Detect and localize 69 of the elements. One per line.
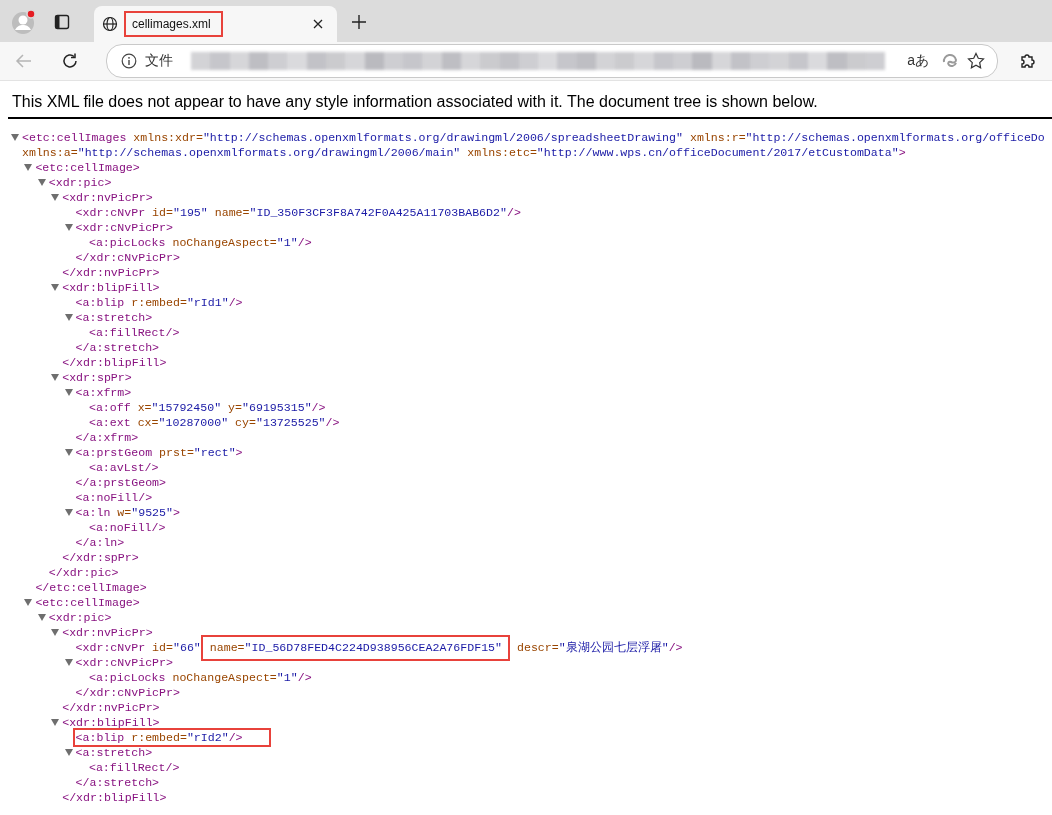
expand-toggle[interactable] [37,614,46,621]
xml-line: </xdr:spPr> [62,551,139,564]
xml-line: </xdr:nvPicPr> [62,701,160,714]
xml-line: </a:ln> [75,536,125,549]
xml-line: <a:ln w="9525"> [75,506,180,519]
xml-line: <a:picLocks noChangeAspect="1"/> [88,671,312,684]
expand-toggle[interactable] [24,164,33,171]
xml-line: <xdr:pic> [48,176,112,189]
browser-tab[interactable]: cellimages.xml [94,6,337,42]
expand-toggle[interactable] [64,389,73,396]
translate-button[interactable]: aあ [903,52,933,70]
xml-line: <xdr:cNvPr id="195" name="ID_350F3CF3F8A742F0A425A11703BAB6D2"/> [75,206,521,219]
xml-line: <a:picLocks noChangeAspect="1"/> [88,236,312,249]
xml-line: <etc:cellImages xmlns:xdr="http://schemas.openxmlformats.org/drawingml/2006/spreadsheetDrawing" xmlns:r="http://schemas.openxmlformats.org/officeDo [22,131,1045,144]
globe-icon [102,16,118,32]
expand-toggle[interactable] [64,659,73,666]
expand-toggle[interactable] [64,314,73,321]
xml-line: <a:prstGeom prst="rect"> [75,446,243,459]
expand-toggle[interactable] [51,719,60,726]
xml-line: <a:noFill/> [75,491,153,504]
info-icon[interactable] [121,53,137,69]
xml-line: </a:prstGeom> [75,476,166,489]
expand-toggle[interactable] [64,509,73,516]
xml-line: <xdr:blipFill> [62,716,160,729]
xml-line: <xdr:nvPicPr> [62,626,153,639]
address-bar[interactable]: 文件 aあ [106,44,998,78]
xml-line: </xdr:blipFill> [62,791,167,804]
xml-line: <a:noFill/> [88,521,166,534]
xml-line: <a:xfrm> [75,386,132,399]
expand-toggle[interactable] [64,224,73,231]
expand-toggle[interactable] [51,629,60,636]
xml-line: </etc:cellImage> [35,581,147,594]
xml-line: <a:avLst/> [88,461,159,474]
xml-line: <xdr:blipFill> [62,281,160,294]
xml-line: </xdr:cNvPicPr> [75,686,180,699]
star-icon[interactable] [967,52,985,70]
scheme-label: 文件 [145,52,173,70]
xml-line: <a:off x="15792450" y="69195315"/> [88,401,326,414]
xml-line: </a:stretch> [75,341,160,354]
xml-line: </xdr:nvPicPr> [62,266,160,279]
expand-toggle[interactable] [51,284,60,291]
info-message: This XML file does not appear to have any style information associated with it. The document tree is shown below. [8,81,1052,119]
expand-toggle[interactable] [64,449,73,456]
xml-line: </xdr:cNvPicPr> [75,251,180,264]
xml-line: <xdr:spPr> [62,371,132,384]
xml-line: <etc:cellImage> [35,161,140,174]
xml-line: <a:blip r:embed="rId1"/> [75,296,243,309]
xml-line: <etc:cellImage> [35,596,140,609]
tab-title: cellimages.xml [124,11,223,37]
xml-line: </a:xfrm> [75,431,139,444]
xml-line: <a:stretch> [75,746,153,759]
xml-line: <xdr:nvPicPr> [62,191,153,204]
expand-toggle[interactable] [51,194,60,201]
xml-line: <xdr:pic> [48,611,112,624]
xml-line: <a:ext cx="10287000" cy="13725525"/> [88,416,340,429]
xml-line: </a:stretch> [75,776,160,789]
xml-line: xmlns:a="http://schemas.openxmlformats.org/drawingml/2006/main" xmlns:etc="http://www.wps.cn/officeDocument/2017/etCustomData"> [22,146,906,159]
expand-toggle[interactable] [64,749,73,756]
expand-toggle[interactable] [11,134,19,141]
xml-line: <a:stretch> [75,311,153,324]
swirl-icon[interactable] [941,52,959,70]
xml-line: </xdr:pic> [48,566,119,579]
expand-toggle[interactable] [37,179,46,186]
xml-line: <a:fillRect/> [88,326,180,339]
xml-line: </xdr:blipFill> [62,356,167,369]
xml-line: <a:fillRect/> [88,761,180,774]
expand-toggle[interactable] [24,599,33,606]
xml-line: <xdr:cNvPicPr> [75,221,173,234]
expand-toggle[interactable] [51,374,60,381]
